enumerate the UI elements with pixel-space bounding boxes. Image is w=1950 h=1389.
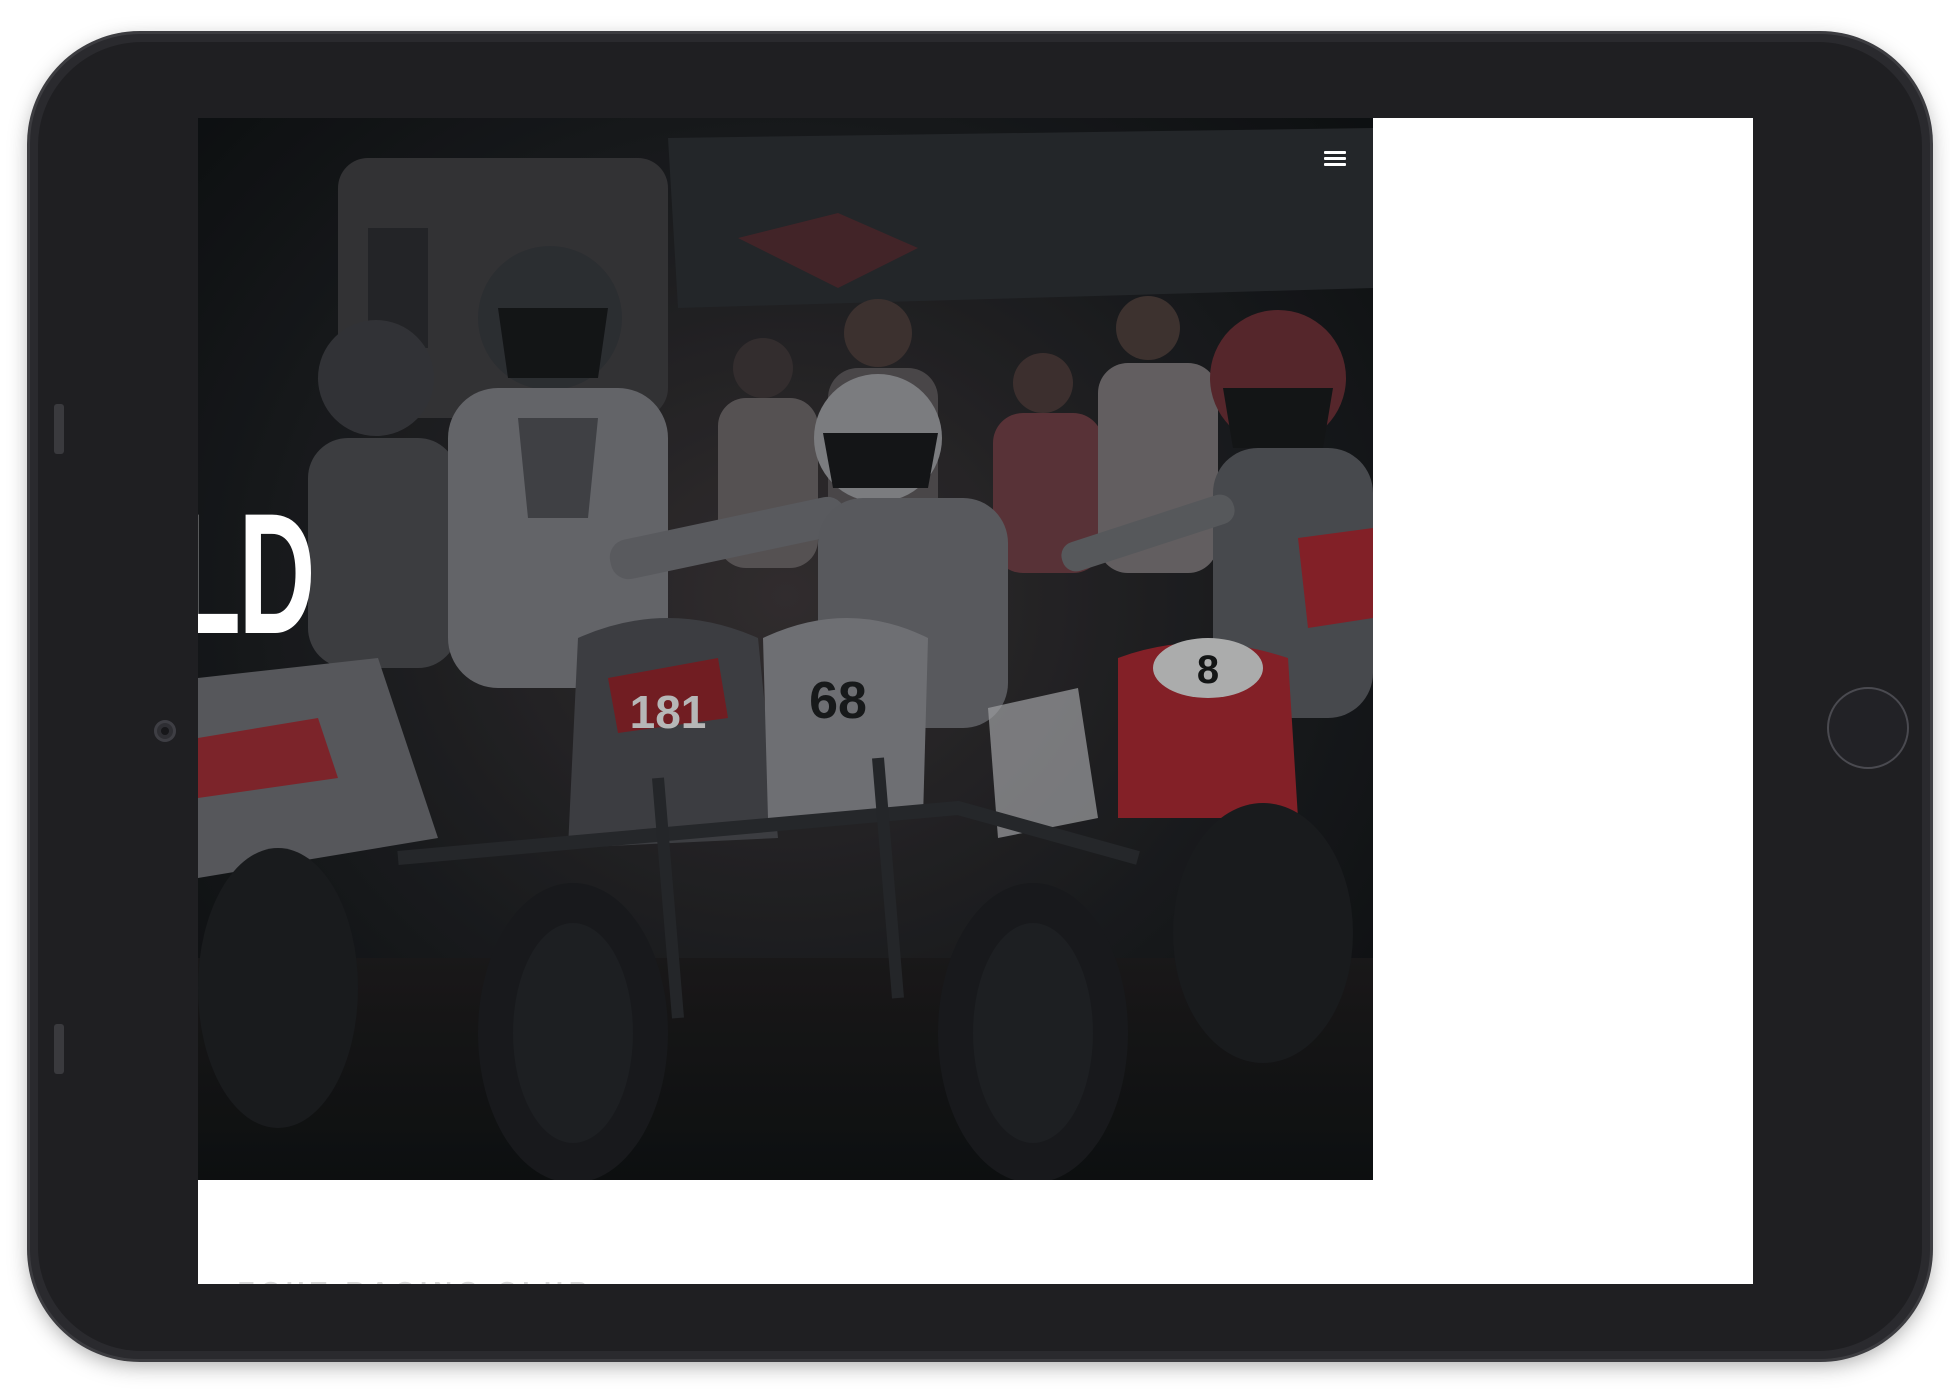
menu-bar [1324,157,1346,160]
hero-section: 181 68 8 D [198,118,1373,1180]
menu-bar [1324,163,1346,166]
tablet-screen: 181 68 8 D [198,118,1753,1284]
menu-bar [1324,151,1346,154]
atv-racers-photo: 181 68 8 [198,118,1373,1180]
tablet-frame: 181 68 8 D [30,34,1930,1359]
home-button[interactable] [1827,687,1909,769]
hero-title: IELD [198,478,315,670]
camera-icon [154,720,176,742]
hamburger-menu-icon[interactable] [1320,148,1350,172]
section-label: ...ECHT RACING CLUB [198,1276,594,1284]
volume-button [54,1024,64,1074]
device-mockup: 181 68 8 D [0,0,1950,1389]
volume-button [54,404,64,454]
